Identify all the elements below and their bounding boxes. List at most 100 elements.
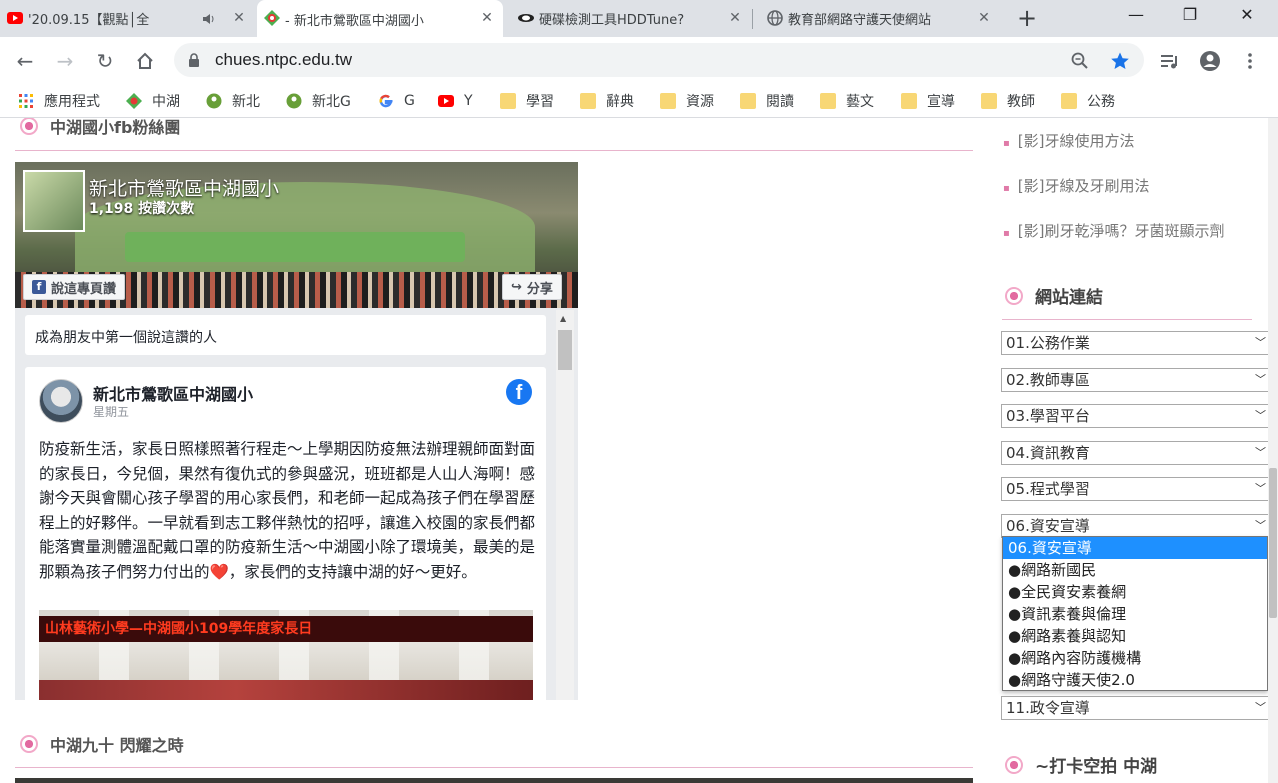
address-bar[interactable]: chues.ntpc.edu.tw: [174, 43, 1144, 77]
fb-like-button[interactable]: f 說這專頁讚: [23, 274, 126, 300]
forward-button[interactable]: →: [51, 47, 79, 75]
bookmark-chunghu[interactable]: 中湖: [126, 91, 180, 111]
bullet-icon: ▪: [1003, 138, 1010, 149]
bookmark-label: 新北G: [312, 94, 351, 110]
link-label[interactable]: [影]牙線使用方法: [1018, 132, 1135, 150]
post-author-avatar[interactable]: [39, 379, 83, 423]
home-icon[interactable]: [131, 47, 159, 75]
fb-share-button[interactable]: ↪ 分享: [502, 274, 562, 300]
tab-school[interactable]: - 新北市鶯歌區中湖國小 ✕: [257, 0, 503, 38]
dropdown-option[interactable]: ●資訊素養與倫理: [1003, 603, 1267, 625]
bookmark-folder-resources[interactable]: 資源: [660, 91, 714, 111]
close-icon[interactable]: ✕: [479, 10, 495, 26]
select-it-education[interactable]: 04.資訊教育 ﹀: [1001, 441, 1271, 465]
friends-text: 成為朋友中第一個說這讚的人: [35, 330, 217, 346]
fb-post: 新北市鶯歌區中湖國小 星期五 f 防疫新生活，家長日照樣照著行程走～上學期因防疫…: [25, 367, 546, 700]
bookmark-folder-dictionary[interactable]: 辭典: [580, 91, 634, 111]
browser-toolbar: ← → ↻ chues.ntpc.edu.tw: [0, 37, 1278, 84]
fb-cover-photo[interactable]: 新北市鶯歌區中湖國小 1,198 按讚次數 f 說這專頁讚 ↪ 分享: [15, 162, 578, 308]
post-text: 防疫新生活，家長日照樣照著行程走～上學期因防疫無法辦理親師面對面的家長日，今兒個…: [39, 440, 536, 581]
zoom-icon[interactable]: [1070, 51, 1090, 71]
select-teachers[interactable]: 02.教師專區 ﹀: [1001, 368, 1271, 392]
dropdown-option[interactable]: ●網路內容防護機構: [1003, 647, 1267, 669]
select-value: 02.教師專區: [1006, 371, 1090, 389]
scroll-up-icon[interactable]: ▲: [560, 314, 566, 323]
select-official[interactable]: 01.公務作業 ﹀: [1001, 331, 1271, 355]
url-text[interactable]: chues.ntpc.edu.tw: [215, 50, 352, 70]
fb-page-avatar[interactable]: [23, 170, 85, 232]
facebook-logo-icon[interactable]: f: [506, 379, 532, 405]
select-programming[interactable]: 05.程式學習 ﹀: [1001, 477, 1271, 501]
lock-icon[interactable]: [188, 53, 200, 67]
bookmark-folder-promotion[interactable]: 宣導: [901, 91, 955, 111]
select-security[interactable]: 06.資安宣導 ﹀: [1001, 514, 1271, 538]
link-label[interactable]: [影]刷牙乾淨嗎？牙菌斑顯示劑: [1018, 222, 1225, 240]
tab-title: '20.09.15【觀點│全: [28, 13, 150, 28]
minimize-button[interactable]: —: [1113, 0, 1159, 30]
fb-page-name[interactable]: 新北市鶯歌區中湖國小: [89, 174, 279, 201]
close-icon[interactable]: ✕: [727, 10, 743, 26]
profile-avatar-icon[interactable]: [1199, 50, 1221, 72]
chevron-down-icon: ﹀: [1255, 701, 1266, 714]
facebook-icon: f: [32, 280, 46, 294]
bookmark-folder-reading[interactable]: 閱讀: [740, 91, 794, 111]
aerial-heading: ~打卡空拍 中湖: [1005, 752, 1157, 777]
select-policy[interactable]: 11.政令宣導 ﹀: [1001, 696, 1271, 720]
bookmark-folder-learning[interactable]: 學習: [500, 91, 554, 111]
media-queue-icon[interactable]: [1158, 50, 1180, 72]
chevron-down-icon: ﹀: [1255, 519, 1266, 532]
chevron-down-icon: ﹀: [1255, 482, 1266, 495]
dropdown-option[interactable]: ●全民資安素養網: [1003, 581, 1267, 603]
sidebar-link-floss-brush[interactable]: ▪ [影]牙線及牙刷用法: [1003, 175, 1150, 196]
bullet-icon: [20, 735, 38, 753]
new-tab-button[interactable]: +: [1014, 6, 1040, 32]
post-photo[interactable]: 山林藝術小學—中湖國小109學年度家長日: [39, 610, 533, 700]
dropdown-option[interactable]: ●網路新國民: [1003, 559, 1267, 581]
bookmark-folder-teachers[interactable]: 教師: [981, 91, 1035, 111]
scrollbar-thumb[interactable]: [1269, 468, 1277, 618]
window-close-button[interactable]: ✕: [1224, 0, 1270, 30]
reload-button[interactable]: ↻: [91, 47, 119, 75]
select-learning[interactable]: 03.學習平台 ﹀: [1001, 404, 1271, 428]
link-label[interactable]: [影]牙線及牙刷用法: [1018, 177, 1150, 195]
dropdown-option[interactable]: 06.資安宣導: [1003, 537, 1267, 559]
section-photo[interactable]: [15, 778, 973, 783]
page-scrollbar[interactable]: [1268, 118, 1278, 783]
star-icon[interactable]: [1110, 51, 1130, 71]
sidebar-link-plaque[interactable]: ▪ [影]刷牙乾淨嗎？牙菌斑顯示劑: [1003, 220, 1225, 241]
bookmark-youtube[interactable]: Y: [438, 91, 473, 111]
chevron-down-icon: ﹀: [1255, 409, 1266, 422]
post-date[interactable]: 星期五: [93, 403, 129, 420]
folder-icon: [820, 93, 836, 109]
bookmark-folder-arts[interactable]: 藝文: [820, 91, 874, 111]
sidebar-link-floss-method[interactable]: ▪ [影]牙線使用方法: [1003, 130, 1135, 151]
eye-icon: [518, 14, 534, 22]
bookmarks-bar: 應用程式 中湖 新北 新北G G Y 學習 辭典 資源 閱讀 藝文 宣導 教師 …: [0, 84, 1278, 118]
more-menu-icon[interactable]: [1239, 50, 1261, 72]
dropdown-option[interactable]: ●網路素養與認知: [1003, 625, 1267, 647]
select-value: 01.公務作業: [1006, 334, 1090, 352]
bullet-icon: [1005, 286, 1023, 305]
back-button[interactable]: ←: [11, 47, 39, 75]
fb-widget-scrollbar[interactable]: ▲: [556, 310, 574, 700]
close-icon[interactable]: ✕: [231, 10, 247, 26]
post-author-name[interactable]: 新北市鶯歌區中湖國小: [93, 381, 253, 405]
tab-hddtune[interactable]: 硬碟檢測工具HDDTune? ✕: [511, 0, 751, 37]
tab-youtube[interactable]: '20.09.15【觀點│全 ✕: [0, 0, 255, 37]
bookmark-label: 資源: [686, 94, 714, 110]
bookmark-google[interactable]: G: [378, 91, 415, 111]
youtube-icon: [7, 12, 23, 24]
bookmark-apps[interactable]: 應用程式: [18, 91, 100, 111]
bookmark-folder-official[interactable]: 公務: [1061, 91, 1115, 111]
bookmark-newtaipei-g[interactable]: 新北G: [286, 91, 351, 111]
speaker-icon[interactable]: [202, 12, 216, 26]
folder-icon: [981, 93, 997, 109]
scrollbar-thumb[interactable]: [558, 330, 572, 370]
security-dropdown-list[interactable]: 06.資安宣導 ●網路新國民 ●全民資安素養網 ●資訊素養與倫理 ●網路素養與認…: [1002, 536, 1268, 691]
bookmark-newtaipei[interactable]: 新北: [206, 91, 260, 111]
dropdown-option[interactable]: ●網路守護天使2.0: [1003, 669, 1267, 691]
close-icon[interactable]: ✕: [976, 10, 992, 26]
maximize-button[interactable]: ❐: [1167, 0, 1213, 30]
bookmark-label: 辭典: [606, 94, 634, 110]
tab-moe[interactable]: 教育部網路守護天使網站 ✕: [760, 0, 1000, 37]
